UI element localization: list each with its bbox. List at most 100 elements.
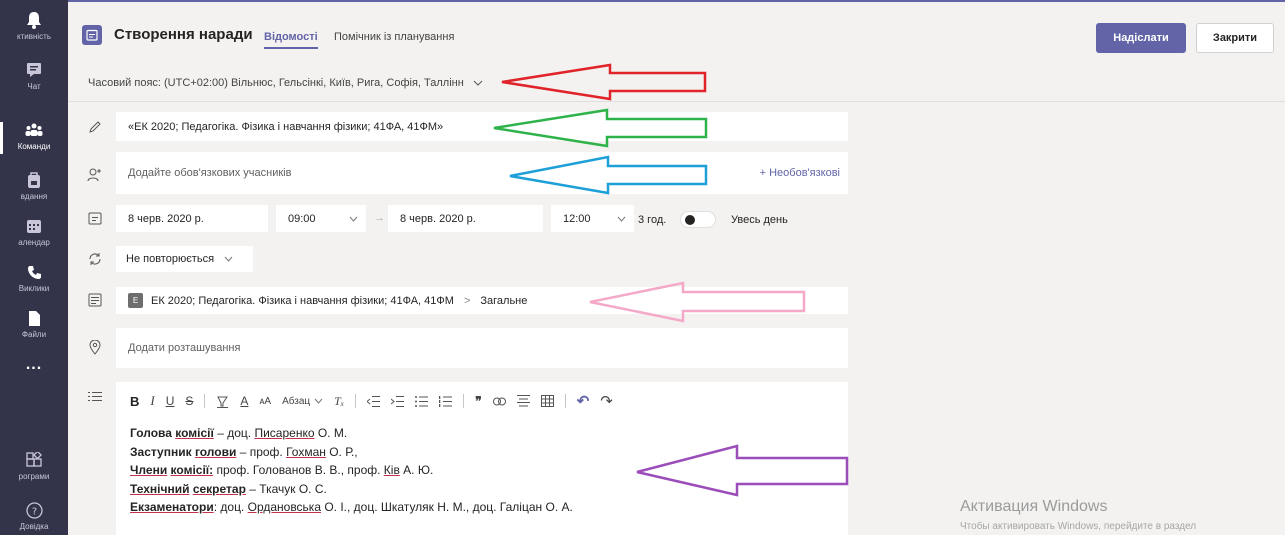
italic-button[interactable]: I	[150, 393, 154, 409]
numbered-list-button[interactable]	[439, 395, 453, 407]
rail-assignments[interactable]: вдання	[0, 166, 68, 214]
editor-line: Заступник голови – проф. Гохман О. Р.,	[130, 443, 573, 462]
bold-text: Екзаменатори	[130, 500, 214, 514]
annotation-arrow-green	[493, 108, 708, 148]
chevron-right-icon: >	[463, 294, 471, 307]
start-time-picker[interactable]: 09:00	[276, 205, 366, 232]
bold-text: голови	[194, 444, 237, 459]
page-title: Створення наради	[114, 26, 253, 43]
editor-toolbar: B I U S A ᴀA Абзац Tₓ ❞ ↶ ↷	[130, 390, 624, 412]
font-color-button[interactable]: A	[240, 394, 248, 408]
end-date-picker[interactable]: 8 черв. 2020 р.	[388, 205, 543, 232]
attendees-input[interactable]: Додайте обов'язкових учасників + Необов'…	[116, 152, 848, 194]
line-text: : доц.	[213, 500, 248, 514]
undo-button[interactable]: ↶	[577, 392, 590, 410]
underline-button[interactable]: U	[166, 394, 175, 408]
pencil-icon	[86, 118, 104, 136]
bullet-list-button[interactable]	[415, 395, 429, 407]
outdent-icon	[367, 395, 381, 407]
quote-button[interactable]: ❞	[475, 394, 481, 408]
line-text: О. Р.,	[325, 444, 358, 459]
calendar-icon	[82, 25, 102, 45]
line-text: – проф.	[236, 444, 287, 459]
tab-scheduling-assistant[interactable]: Помічник із планування	[334, 31, 454, 43]
arrow-right-icon: →	[374, 212, 385, 224]
rail-files[interactable]: Файли	[0, 304, 68, 352]
all-day-label: Увесь день	[731, 214, 788, 226]
chevron-down-icon	[224, 253, 233, 265]
clear-format-button[interactable]: Tₓ	[334, 394, 344, 409]
highlight-button[interactable]	[216, 395, 229, 408]
toolbar-divider	[355, 394, 357, 408]
bold-text: Члени	[130, 463, 168, 477]
meeting-title-input[interactable]: «ЕК 2020; Педагогіка. Фізика і навчання …	[116, 112, 848, 141]
line-text: О. М.	[314, 426, 348, 440]
chevron-down-icon	[349, 213, 358, 225]
location-input[interactable]: Додати розташування	[116, 328, 848, 368]
rail-calendar[interactable]: алендар	[0, 212, 68, 260]
editor-content[interactable]: Голова комісії – доц. Писаренко О. М. За…	[130, 424, 573, 517]
tab-details[interactable]: Відомості	[264, 31, 318, 49]
redo-button[interactable]: ↷	[600, 392, 613, 410]
close-button[interactable]: Закрити	[1196, 23, 1274, 53]
channel-name: Загальне	[480, 294, 528, 307]
editor-line: Екзаменатори: доц. Ордановська О. І., до…	[130, 498, 573, 517]
line-text: А. Ю.	[399, 463, 434, 477]
phone-icon	[24, 262, 44, 282]
start-date-picker[interactable]: 8 черв. 2020 р.	[116, 205, 268, 232]
rail-chat[interactable]: Чат	[0, 56, 68, 104]
rail-apps[interactable]: рограми	[0, 446, 68, 494]
attendees-placeholder: Додайте обов'язкових учасників	[128, 167, 292, 179]
paragraph-label: Абзац	[282, 395, 311, 407]
paragraph-dropdown[interactable]: Абзац	[282, 396, 323, 407]
font-size-button[interactable]: ᴀA	[259, 396, 271, 407]
bell-icon	[24, 10, 44, 30]
activation-watermark-subtitle: Чтобы активировать Windows, перейдите в …	[960, 521, 1197, 532]
strikethrough-button[interactable]: S	[185, 394, 193, 408]
table-icon	[540, 395, 554, 407]
annotation-arrow-purple	[636, 444, 849, 497]
chevron-down-icon	[617, 213, 626, 225]
optional-attendees-link[interactable]: + Необов'язкові	[760, 167, 840, 179]
end-time-picker[interactable]: 12:00	[551, 205, 634, 232]
details-icon	[86, 388, 104, 406]
rail-help[interactable]: ? Довідка	[0, 496, 68, 535]
misspelled-word: Гохман	[286, 444, 326, 459]
table-button[interactable]	[540, 395, 554, 407]
help-icon: ?	[24, 500, 44, 520]
bold-text: секретар	[192, 481, 246, 496]
bold-button[interactable]: B	[130, 394, 139, 409]
svg-text:?: ?	[31, 506, 36, 517]
rail-label: Чат	[27, 82, 41, 91]
rail-calls[interactable]: Виклики	[0, 258, 68, 306]
rail-more[interactable]: ...	[0, 356, 68, 404]
channel-team-name: ЕК 2020; Педагогіка. Фізика і навчання ф…	[151, 294, 454, 307]
duration-label: 3 год.	[638, 214, 667, 226]
send-button[interactable]: Надіслати	[1096, 23, 1186, 53]
annotation-arrow-blue	[509, 155, 708, 195]
annotation-arrow-red	[501, 63, 707, 101]
align-button[interactable]	[516, 395, 530, 407]
end-time-value: 12:00	[563, 212, 591, 225]
rail-teams[interactable]: Команди	[0, 116, 68, 164]
rail-activity[interactable]: ктивність	[0, 6, 68, 54]
line-text: – доц.	[213, 426, 255, 440]
channel-avatar: Е	[128, 293, 143, 308]
indent-button[interactable]	[391, 395, 405, 407]
toolbar-divider	[204, 394, 206, 408]
repeat-dropdown[interactable]: Не повторюється	[116, 246, 253, 272]
line-text: проф. Голованов В. В., проф.	[213, 463, 384, 477]
backpack-icon	[24, 170, 44, 190]
editor-line: Члени комісії: проф. Голованов В. В., пр…	[130, 461, 573, 480]
numbered-list-icon	[439, 395, 453, 407]
all-day-toggle[interactable]	[680, 211, 716, 228]
outdent-button[interactable]	[367, 395, 381, 407]
link-button[interactable]	[492, 397, 506, 406]
chevron-down-icon	[314, 398, 323, 404]
line-text: – Ткачук О. С.	[245, 481, 327, 496]
toolbar-divider	[564, 394, 566, 408]
apps-icon	[24, 450, 44, 470]
rail-label: ктивність	[17, 32, 51, 41]
timezone-selector[interactable]: Часовий пояс: (UTC+02:00) Вільнюс, Гельс…	[88, 77, 483, 89]
app-rail: ктивність Чат Команди вдання алендар Вик…	[0, 0, 68, 535]
